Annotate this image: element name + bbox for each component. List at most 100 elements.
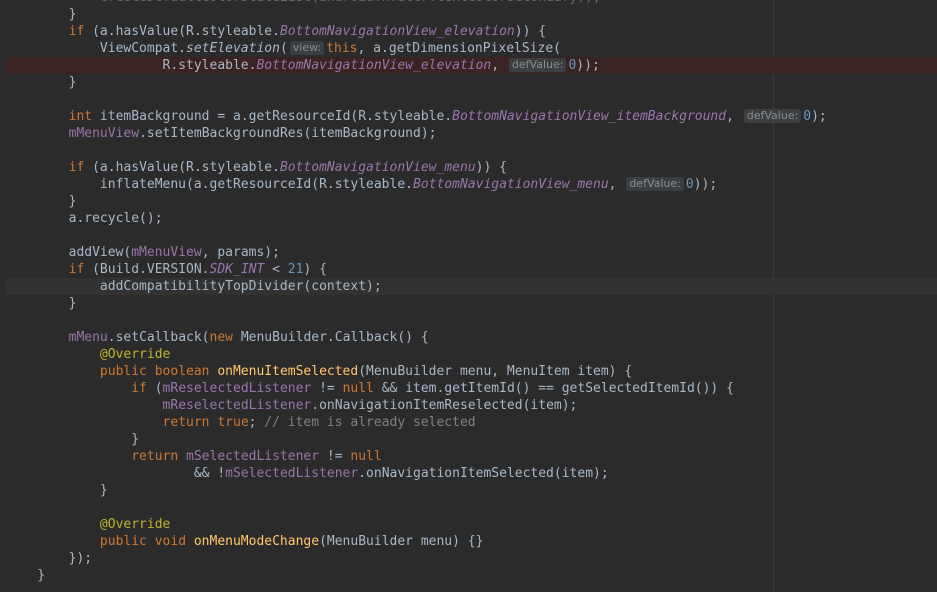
code-token: != bbox=[311, 381, 343, 396]
code-token: null bbox=[350, 449, 382, 464]
code-token: ) { bbox=[303, 262, 327, 277]
code-line[interactable]: } bbox=[6, 431, 937, 448]
code-token: SDK_INT bbox=[209, 262, 265, 277]
code-token: .setCallback( bbox=[107, 330, 210, 345]
code-line[interactable]: if (Build.VERSION.SDK_INT < 21) { bbox=[6, 261, 937, 278]
code-line[interactable]: if (a.hasValue(R.styleable.BottomNavigat… bbox=[6, 23, 937, 40]
code-line[interactable]: if (mReselectedListener != null && item.… bbox=[6, 380, 937, 397]
parameter-hint: defValue: bbox=[626, 177, 684, 191]
code-token: (MenuBuilder menu) {} bbox=[319, 534, 484, 549]
code-token: mMenuView bbox=[68, 126, 140, 141]
code-token: this bbox=[326, 41, 358, 56]
code-line[interactable]: return true; // item is already selected bbox=[6, 414, 937, 431]
code-line[interactable] bbox=[6, 91, 937, 108]
code-token: @Override bbox=[99, 347, 171, 362]
code-line[interactable]: R.styleable.BottomNavigationView_elevati… bbox=[6, 57, 937, 74]
code-line[interactable]: && !mSelectedListener.onNavigationItemSe… bbox=[6, 465, 937, 482]
code-token: if bbox=[68, 262, 85, 277]
code-token: onMenuModeChange bbox=[193, 534, 320, 549]
code-token: .setItemBackgroundRes(itemBackground); bbox=[139, 126, 437, 141]
code-token: 21 bbox=[287, 262, 304, 277]
code-editor[interactable]: createDefaultColorStateList(android.R.at… bbox=[0, 0, 937, 592]
code-token: return bbox=[131, 449, 179, 464]
code-line[interactable]: }); bbox=[6, 550, 937, 567]
code-token: MenuBuilder.Callback() { bbox=[233, 330, 429, 345]
code-token: mMenuView bbox=[131, 245, 202, 260]
code-token: if bbox=[68, 24, 85, 39]
code-line[interactable]: return mSelectedListener != null bbox=[6, 448, 937, 465]
code-token: )) { bbox=[475, 160, 507, 175]
code-token: } bbox=[6, 568, 46, 583]
code-token: return true bbox=[162, 415, 249, 430]
code-token: , params); bbox=[201, 245, 280, 260]
code-line[interactable]: mMenu.setCallback(new MenuBuilder.Callba… bbox=[6, 329, 937, 346]
code-lines: createDefaultColorStateList(android.R.at… bbox=[6, 0, 937, 584]
code-token: ( bbox=[146, 381, 163, 396]
code-token: a.recycle(); bbox=[6, 211, 163, 226]
code-token: // item is already selected bbox=[256, 415, 476, 430]
code-token: mMenu bbox=[68, 330, 108, 345]
code-token: } bbox=[6, 75, 77, 90]
code-line[interactable] bbox=[6, 227, 937, 244]
code-line[interactable]: public void onMenuModeChange(MenuBuilder… bbox=[6, 533, 937, 550]
code-token: } bbox=[6, 296, 77, 311]
code-line[interactable]: } bbox=[6, 6, 937, 23]
code-token: mSelectedListener bbox=[225, 466, 359, 481]
code-token: if bbox=[131, 381, 147, 396]
code-line[interactable]: } bbox=[6, 482, 937, 499]
code-token: mSelectedListener bbox=[186, 449, 320, 464]
code-token: )); bbox=[576, 58, 600, 73]
code-line[interactable]: @Override bbox=[6, 346, 937, 363]
code-token: < bbox=[264, 262, 288, 277]
code-line[interactable] bbox=[6, 499, 937, 516]
code-token: setElevation bbox=[186, 41, 280, 56]
code-token: 0 bbox=[685, 177, 694, 192]
code-line[interactable]: } bbox=[6, 74, 937, 91]
code-line[interactable] bbox=[6, 312, 937, 329]
code-token: && ! bbox=[6, 466, 226, 481]
code-token: new bbox=[209, 330, 233, 345]
code-token: .onNavigationItemSelected(item); bbox=[358, 466, 609, 481]
code-line[interactable]: addView(mMenuView, params); bbox=[6, 244, 937, 261]
code-token: null bbox=[342, 381, 374, 396]
code-line[interactable]: if (a.hasValue(R.styleable.BottomNavigat… bbox=[6, 159, 937, 176]
code-line[interactable]: addCompatibilityTopDivider(context); bbox=[6, 278, 937, 295]
code-token: BottomNavigationView_elevation bbox=[279, 24, 515, 39]
parameter-hint: defValue: bbox=[743, 109, 802, 123]
code-line[interactable] bbox=[6, 142, 937, 159]
code-line[interactable]: a.recycle(); bbox=[6, 210, 937, 227]
code-token: textColorSecondary bbox=[436, 0, 577, 5]
code-token: mReselectedListener bbox=[162, 381, 312, 396]
code-line[interactable]: public boolean onMenuItemSelected(MenuBu… bbox=[6, 363, 937, 380]
code-line[interactable]: mMenuView.setItemBackgroundRes(itemBackg… bbox=[6, 125, 937, 142]
code-token: ViewCompat. bbox=[6, 41, 187, 56]
code-token: ( bbox=[279, 41, 288, 56]
code-token: )) { bbox=[514, 24, 547, 39]
code-token: (a.hasValue(R.styleable. bbox=[84, 24, 280, 39]
code-token: addView( bbox=[6, 245, 132, 260]
code-line[interactable]: ViewCompat.setElevation(view: this, a.get… bbox=[6, 40, 937, 57]
code-line[interactable]: int itemBackground = a.getResourceId(R.s… bbox=[6, 108, 937, 125]
code-line[interactable]: @Override bbox=[6, 516, 937, 533]
code-line[interactable]: mReselectedListener.onNavigationItemRese… bbox=[6, 397, 937, 414]
code-line[interactable]: inflateMenu(a.getResourceId(R.styleable.… bbox=[6, 176, 937, 193]
parameter-hint: view: bbox=[289, 41, 325, 55]
code-token: (Build.VERSION. bbox=[84, 262, 210, 277]
code-line[interactable]: } bbox=[6, 567, 937, 584]
code-line[interactable]: } bbox=[6, 193, 937, 210]
code-token: , bbox=[491, 58, 507, 73]
code-line[interactable]: } bbox=[6, 295, 937, 312]
code-token: public boolean bbox=[99, 364, 210, 379]
code-token: mReselectedListener bbox=[162, 398, 312, 413]
code-token: , a.getDimensionPixelSize( bbox=[357, 41, 562, 56]
